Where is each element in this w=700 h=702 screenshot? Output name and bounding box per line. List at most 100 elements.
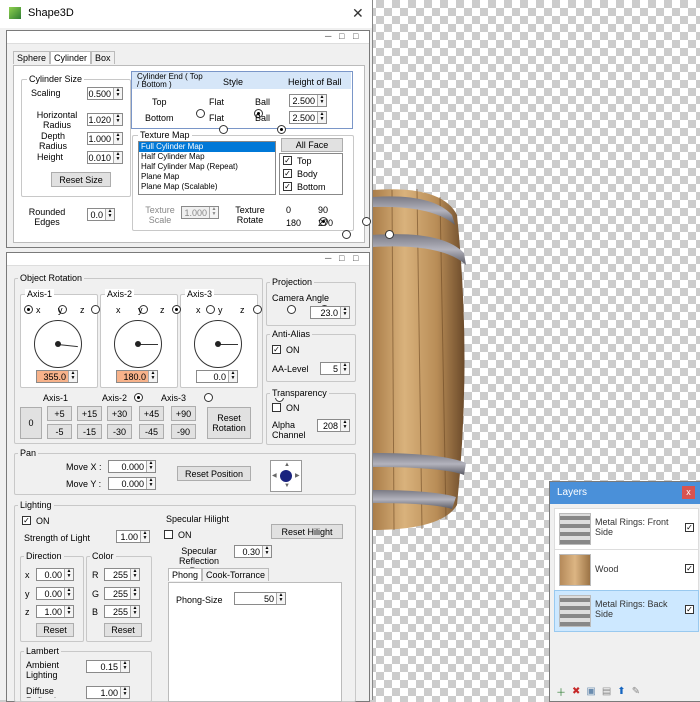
hradius-box[interactable]: 1.020 ▲ ▼: [87, 113, 123, 126]
minus15-button[interactable]: -15: [77, 424, 102, 439]
lighting-checkbox[interactable]: ✓: [22, 516, 31, 525]
reflection-rate-input[interactable]: 0.30 ▲ ▼: [234, 545, 272, 558]
reset-hilight-button[interactable]: Reset Hilight: [271, 524, 343, 539]
plus15-button[interactable]: +15: [77, 406, 102, 421]
minus45-button[interactable]: -45: [139, 424, 164, 439]
direction-reset-button[interactable]: Reset: [36, 623, 74, 637]
antialias-checkbox[interactable]: ✓: [272, 345, 281, 354]
rotate-270-radio[interactable]: [384, 230, 394, 239]
specular-checkbox[interactable]: [164, 530, 173, 539]
list-item[interactable]: Half Cylinder Map (Repeat): [139, 162, 275, 172]
select-axis1-radio[interactable]: [133, 393, 143, 402]
bottom-height-input[interactable]: 2.500 ▲ ▼: [289, 111, 327, 124]
minimize-icon[interactable]: ─: [325, 31, 331, 41]
height-input[interactable]: 0.010 ▲ ▼: [87, 151, 123, 164]
all-face-button[interactable]: All Face: [281, 138, 343, 152]
top-face-checkbox[interactable]: ✓: [283, 156, 292, 165]
axis3-dial[interactable]: [194, 320, 242, 368]
list-item[interactable]: Full Cylinder Map: [139, 142, 275, 152]
reset-rotation-button[interactable]: Reset Rotation: [207, 407, 251, 439]
transparency-checkbox[interactable]: [272, 403, 281, 412]
plus45-button[interactable]: +45: [139, 406, 164, 421]
axis3-angle-input[interactable]: 0.0 ▲ ▼: [196, 370, 238, 383]
bottom-flat-radio[interactable]: [219, 125, 229, 134]
axis2-angle-input[interactable]: 180.0 ▲ ▼: [116, 370, 158, 383]
plus5-button[interactable]: +5: [47, 406, 72, 421]
layers-close-icon[interactable]: x: [682, 486, 695, 499]
ambient-input[interactable]: 0.15 ▲ ▼: [86, 660, 130, 673]
pan-joystick-icon[interactable]: ▲ ▼ ◀ ▶: [270, 460, 302, 492]
axis2-dial[interactable]: [114, 320, 162, 368]
move-up-icon[interactable]: ⬆: [617, 686, 625, 697]
layer-row[interactable]: Wood ✓: [554, 549, 699, 591]
zero-rotation-button[interactable]: 0: [20, 407, 42, 439]
color-g-input[interactable]: 255 ▲ ▼: [104, 587, 140, 600]
rotate-90-label: 90: [318, 205, 329, 215]
rotate-90-radio[interactable]: [361, 217, 371, 226]
texture-map-list[interactable]: Full Cylinder Map Half Cylinder Map Half…: [138, 141, 276, 195]
minus90-button[interactable]: -90: [171, 424, 196, 439]
properties-icon[interactable]: ✎: [632, 686, 640, 697]
aa-level-input[interactable]: 5 ▲ ▼: [320, 362, 350, 375]
maximize-icon[interactable]: □: [353, 31, 358, 41]
alpha-channel-input[interactable]: 208 ▲ ▼: [317, 419, 350, 432]
close-icon[interactable]: ✕: [352, 5, 364, 22]
delete-layer-icon[interactable]: ✖: [572, 686, 580, 697]
bottom-face-checkbox[interactable]: ✓: [283, 182, 292, 191]
phong-size-input[interactable]: 50 ▲ ▼: [234, 592, 286, 605]
axis2-z-radio[interactable]: [205, 305, 215, 314]
plus90-button[interactable]: +90: [171, 406, 196, 421]
diffuse-input[interactable]: 1.00 ▲ ▼: [86, 686, 130, 699]
dir-z-input[interactable]: 1.00 ▲ ▼: [36, 605, 74, 618]
top-flat-radio[interactable]: [196, 109, 205, 118]
layer-visible-checkbox[interactable]: ✓: [685, 523, 694, 532]
layer-row[interactable]: Metal Rings: Front Side ✓: [554, 508, 699, 550]
color-b-input[interactable]: 255 ▲ ▼: [104, 605, 140, 618]
add-layer-icon[interactable]: ＋: [556, 684, 566, 699]
color-r-input[interactable]: 255 ▲ ▼: [104, 568, 140, 581]
minus30-button[interactable]: -30: [107, 424, 132, 439]
strength-input[interactable]: 1.00 ▲ ▼: [116, 530, 150, 543]
minimize-icon[interactable]: ─: [325, 253, 331, 263]
list-item[interactable]: Plane Map: [139, 172, 275, 182]
restore-icon[interactable]: □: [339, 253, 344, 263]
axis2-y-radio[interactable]: [172, 305, 182, 314]
body-face-checkbox[interactable]: ✓: [283, 169, 292, 178]
color-reset-button[interactable]: Reset: [104, 623, 142, 637]
duplicate-layer-icon[interactable]: ▣: [586, 686, 595, 697]
axis3-z-label: z: [240, 305, 245, 315]
camera-angle-input[interactable]: 23.0 ▲ ▼: [310, 306, 350, 319]
list-item[interactable]: Plane Map (Scalable): [139, 182, 275, 192]
axis1-angle-input[interactable]: 355.0 ▲ ▼: [36, 370, 78, 383]
plus30-button[interactable]: +30: [107, 406, 132, 421]
layer-row-selected[interactable]: Metal Rings: Back Side ✓: [554, 590, 699, 632]
tab-cylinder[interactable]: Cylinder: [50, 51, 92, 64]
dir-y-input[interactable]: 0.00 ▲ ▼: [36, 587, 74, 600]
tab-sphere[interactable]: Sphere: [13, 51, 51, 64]
restore-icon[interactable]: □: [339, 31, 344, 41]
tab-phong[interactable]: Phong: [168, 568, 203, 581]
reset-position-button[interactable]: Reset Position: [177, 466, 251, 481]
top-height-input[interactable]: 2.500 ▲ ▼: [289, 94, 327, 107]
maximize-icon[interactable]: □: [353, 253, 358, 263]
layer-visible-checkbox[interactable]: ✓: [685, 605, 694, 614]
tab-box[interactable]: Box: [91, 51, 115, 64]
bottom-ball-radio[interactable]: [276, 125, 286, 134]
reset-size-button[interactable]: Reset Size: [51, 172, 111, 187]
dir-x-input[interactable]: 0.00 ▲ ▼: [36, 568, 74, 581]
axis1-z-label: z: [80, 305, 85, 315]
tab-cook-torrance[interactable]: Cook-Torrance: [202, 568, 270, 581]
list-item[interactable]: Half Cylinder Map: [139, 152, 275, 162]
axis1-dial[interactable]: [34, 320, 82, 368]
depth-input[interactable]: 1.000 ▲ ▼: [87, 132, 123, 145]
move-y-input[interactable]: 0.000 ▲ ▼: [108, 477, 156, 490]
axis1-x-radio[interactable]: [24, 305, 33, 314]
axis1-z-radio[interactable]: [91, 305, 101, 314]
move-x-input[interactable]: 0.000 ▲ ▼: [108, 460, 156, 473]
layer-visible-checkbox[interactable]: ✓: [685, 564, 694, 573]
rounded-edges-input[interactable]: 0.0 ▲ ▼: [87, 208, 115, 221]
minus5-button[interactable]: -5: [47, 424, 72, 439]
scaling-input[interactable]: 0.500 ▲ ▼: [87, 87, 123, 100]
texture-scale-input[interactable]: 1.000 ▲ ▼: [181, 206, 219, 219]
merge-layer-icon[interactable]: ▤: [602, 686, 611, 697]
